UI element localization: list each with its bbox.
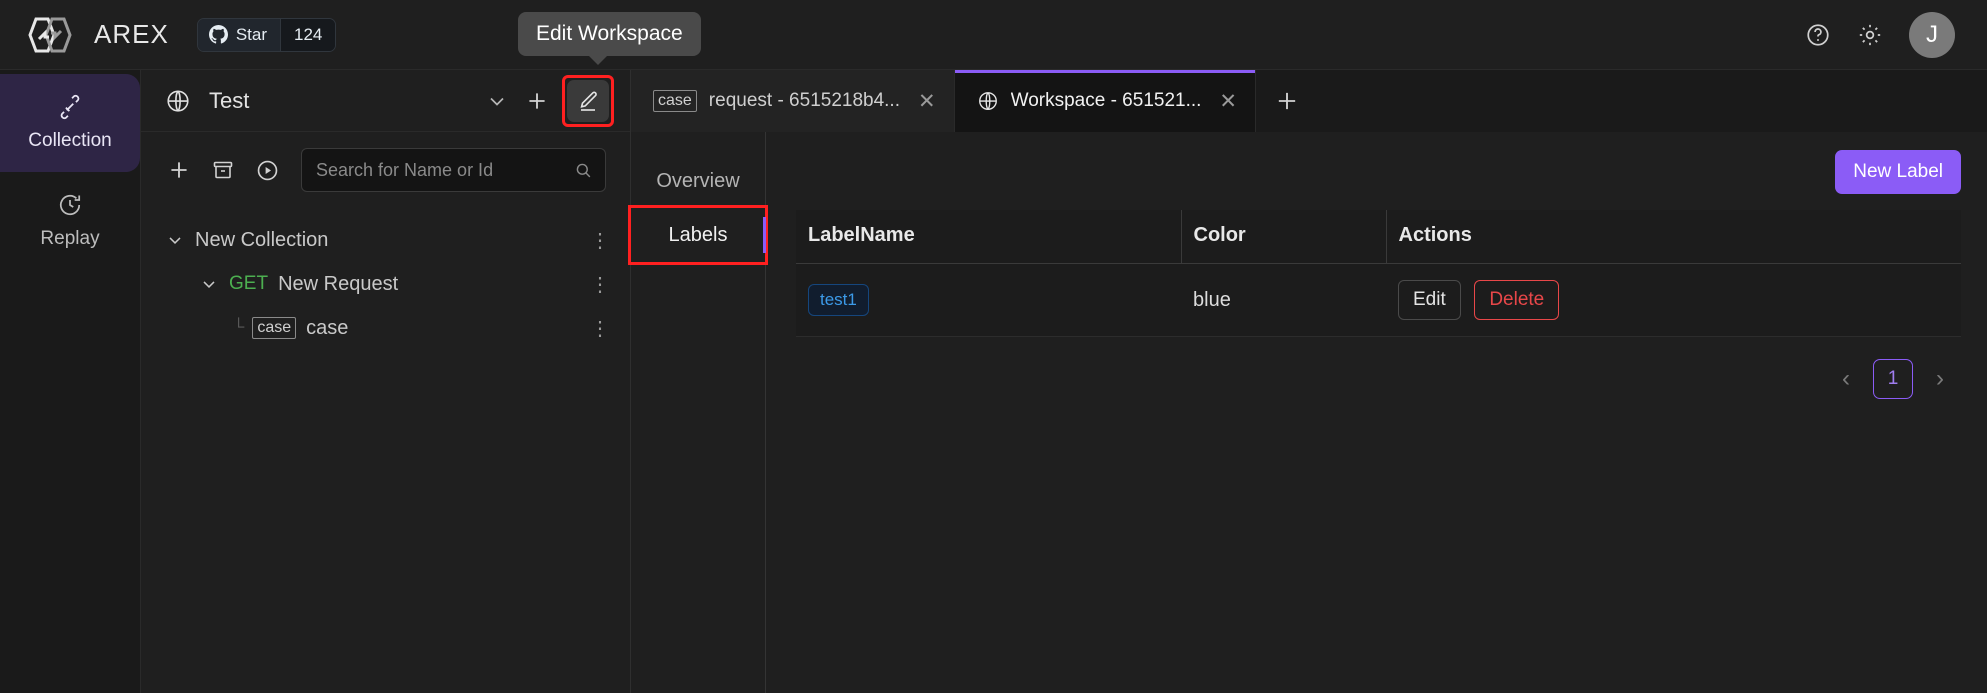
tree-item-case[interactable]: └ case case ⋮ <box>141 306 630 350</box>
page-number-1[interactable]: 1 <box>1873 359 1913 399</box>
plus-icon <box>1278 92 1296 110</box>
collection-toolbar <box>141 132 630 204</box>
edit-label-button[interactable]: Edit <box>1398 280 1461 320</box>
github-icon <box>208 25 228 44</box>
main-area: case request - 6515218b4... ✕ Workspace … <box>628 70 1987 693</box>
tree-item-new-request[interactable]: GET New Request ⋮ <box>141 262 630 306</box>
subnav-label: Labels <box>668 223 728 246</box>
subnav-item-overview[interactable]: Overview <box>631 154 765 208</box>
left-rail: Collection Replay <box>0 70 141 693</box>
subnav-label: Overview <box>656 169 740 192</box>
add-collection-plus-icon[interactable] <box>522 86 552 116</box>
workspace-name: Test <box>209 87 250 113</box>
user-avatar[interactable]: J <box>1909 11 1955 58</box>
more-vertical-icon[interactable]: ⋮ <box>590 272 610 297</box>
labels-panel-toolbar: New Label <box>796 150 1961 194</box>
collection-icon <box>60 94 80 120</box>
labels-table-head: LabelName Color Actions <box>796 210 1961 264</box>
github-star-label: Star <box>235 24 267 44</box>
header-actions: Actions <box>1385 210 1961 264</box>
cell-label-name: test1 <box>796 263 1181 337</box>
more-vertical-icon[interactable]: ⋮ <box>590 228 610 253</box>
search-input[interactable] <box>316 159 574 181</box>
tab-workspace[interactable]: Workspace - 651521... ✕ <box>954 70 1257 132</box>
more-vertical-icon[interactable]: ⋮ <box>590 316 610 341</box>
tree-label: New Request <box>278 272 399 295</box>
tree-item-new-collection[interactable]: New Collection ⋮ <box>141 218 630 262</box>
chevron-down-icon[interactable] <box>482 86 512 116</box>
tree-label: case <box>306 316 349 339</box>
header-color: Color <box>1180 210 1386 264</box>
globe-icon <box>978 92 997 110</box>
edit-workspace-tooltip: Edit Workspace <box>518 12 701 65</box>
rail-label-replay: Replay <box>40 228 100 249</box>
cell-actions: Edit Delete <box>1386 263 1961 337</box>
labels-table-body: test1 blue Edit Delete <box>796 263 1961 337</box>
new-tab-button[interactable] <box>1256 70 1318 132</box>
header-label-name: LabelName <box>796 210 1181 264</box>
label-tag: test1 <box>808 284 869 316</box>
tree-guide-line: └ <box>233 319 245 336</box>
subnav-item-labels[interactable]: Labels <box>628 205 768 265</box>
edit-workspace-button[interactable] <box>567 79 609 122</box>
delete-label-button[interactable]: Delete <box>1474 280 1560 320</box>
edit-workspace-highlight <box>562 74 614 127</box>
globe-icon <box>167 89 189 112</box>
arex-logo-icon <box>28 17 72 52</box>
rail-item-collection[interactable]: Collection <box>0 74 140 172</box>
top-bar: AREX Star 124 J <box>0 0 1987 70</box>
gear-icon[interactable] <box>1857 22 1883 48</box>
search-icon <box>576 163 591 177</box>
tab-request[interactable]: case request - 6515218b4... ✕ <box>631 70 955 132</box>
collection-panel: Test Search for Name or Id New Collectio… <box>141 70 631 693</box>
new-label-button[interactable]: New Label <box>1835 150 1961 194</box>
close-icon[interactable]: ✕ <box>1219 89 1237 114</box>
chevron-down-icon <box>169 237 181 244</box>
table-row: test1 blue Edit Delete <box>796 263 1961 337</box>
app-root: AREX Star 124 J Edit Workspace Collectio… <box>0 0 1987 693</box>
question-circle-icon[interactable] <box>1805 22 1831 48</box>
workspace-content: Overview Labels New Label LabelName Colo… <box>628 132 1987 693</box>
play-circle-icon[interactable] <box>253 156 281 184</box>
tab-label: request - 6515218b4... <box>708 90 900 111</box>
collection-panel-header: Test <box>141 70 630 132</box>
workspace-subnav: Overview Labels <box>628 132 768 693</box>
body: Collection Replay Test Search for Name o… <box>0 70 1987 693</box>
archive-box-icon[interactable] <box>209 156 237 184</box>
github-star-button[interactable]: Star <box>197 18 280 51</box>
chevron-right-icon[interactable]: › <box>1927 365 1953 393</box>
collection-tree: New Collection ⋮ GET New Request ⋮ └ cas… <box>141 204 630 350</box>
collection-header-actions <box>482 74 614 127</box>
pencil-icon <box>580 91 597 111</box>
tree-label: New Collection <box>195 228 329 251</box>
github-star-widget[interactable]: Star 124 <box>196 17 337 52</box>
plus-icon[interactable] <box>165 156 193 184</box>
close-icon[interactable]: ✕ <box>918 89 936 114</box>
case-badge: case <box>653 89 697 113</box>
rail-label-collection: Collection <box>28 130 112 151</box>
rail-item-replay[interactable]: Replay <box>0 172 140 270</box>
chevron-left-icon[interactable]: ‹ <box>1833 365 1859 393</box>
table-header-row: LabelName Color Actions <box>796 210 1961 264</box>
github-star-count: 124 <box>280 18 336 51</box>
brand: AREX <box>22 15 169 55</box>
top-bar-actions: J <box>1805 11 1965 58</box>
labels-table: LabelName Color Actions test1 blue Edit … <box>796 210 1961 337</box>
pagination: ‹ 1 › <box>796 337 1961 399</box>
tab-bar: case request - 6515218b4... ✕ Workspace … <box>631 70 1987 132</box>
chevron-down-icon <box>203 281 215 288</box>
brand-name: AREX <box>94 19 169 49</box>
http-verb: GET <box>229 273 269 294</box>
labels-panel: New Label LabelName Color Actions test1 … <box>766 132 1987 693</box>
cell-color: blue <box>1181 263 1386 337</box>
history-clock-icon <box>60 194 81 216</box>
tab-label: Workspace - 651521... <box>1010 90 1202 111</box>
case-badge: case <box>252 316 297 340</box>
search-box[interactable] <box>301 148 606 192</box>
